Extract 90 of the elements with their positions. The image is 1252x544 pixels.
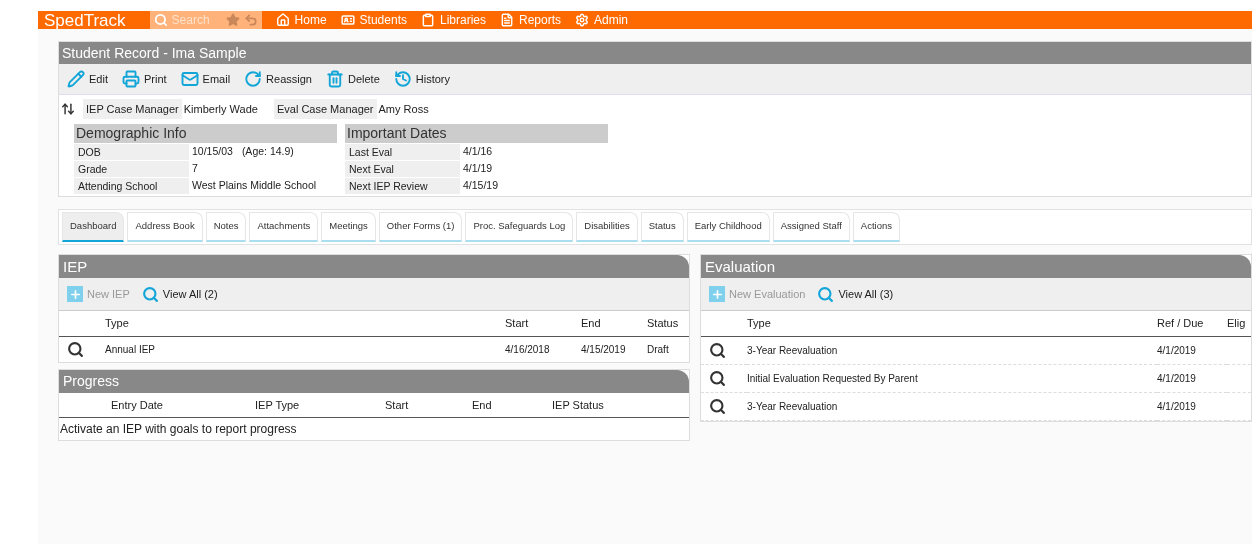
section-header: Demographic Info [74, 124, 337, 143]
field-label: Eval Case Manager [273, 98, 377, 120]
table-cell-text: 4/16/2018 [505, 342, 551, 357]
search-icon [709, 341, 726, 359]
table-cell-text: Draft [647, 342, 670, 357]
gear-icon [575, 13, 590, 27]
toolbar-button[interactable]: Reassign [244, 70, 312, 88]
field-label: Next Eval [345, 160, 460, 177]
id-card-icon [340, 13, 355, 27]
table-cell: 3-Year Reevaluation [747, 392, 1157, 421]
search-icon [141, 285, 159, 303]
field-value: 7 [191, 160, 199, 176]
tab[interactable]: Other Forms (1) [378, 212, 463, 242]
table-cell: 4/1/2019 [1157, 336, 1227, 365]
home-icon [275, 13, 290, 27]
field-label: Grade [74, 160, 189, 177]
tab[interactable]: Attachments [249, 212, 319, 242]
search-icon [817, 285, 835, 303]
tab[interactable]: Status [640, 212, 684, 242]
tab[interactable]: Proc. Safeguards Log [465, 212, 574, 242]
column-header: Start [505, 311, 581, 337]
search-icon [67, 340, 84, 358]
field-value: West Plains Middle School [191, 177, 318, 193]
table-cell-text: Annual IEP [105, 342, 157, 357]
plus-icon [709, 286, 725, 302]
plus-icon [67, 286, 83, 302]
tab[interactable]: Meetings [321, 212, 376, 242]
field-value: Amy Ross [378, 101, 429, 117]
toolbar-button[interactable]: Email [180, 70, 231, 88]
search-icon [153, 13, 168, 27]
panel-header: IEP [59, 255, 689, 278]
empty-message: Activate an IEP with goals to report progress [59, 421, 298, 438]
panel-header: Evaluation [701, 255, 1251, 278]
toolbar-button[interactable]: Print [121, 70, 167, 88]
field-label: DOB [74, 143, 189, 160]
table-cell-text: 4/15/2019 [581, 342, 627, 357]
toolbar-button[interactable]: Edit [67, 70, 108, 88]
history-icon [393, 70, 412, 88]
table-cell: 4/1/2019 [1157, 392, 1227, 421]
tab[interactable]: Assigned Staff [772, 212, 850, 242]
search-box[interactable]: Search [149, 11, 262, 29]
toolbar-button[interactable]: History [393, 70, 450, 88]
panel-header: Progress [59, 369, 689, 393]
undo-icon [243, 13, 258, 27]
field-label: Attending School [74, 177, 189, 194]
star-icon [225, 13, 240, 27]
field-value: 4/1/19 [462, 160, 494, 176]
printer-icon [121, 70, 140, 88]
view-all-button[interactable]: View All (3) [817, 285, 894, 303]
table-cell: 3-Year Reevaluation [747, 336, 1157, 365]
search-icon [709, 397, 726, 415]
table-cell: 4/1/2019 [1157, 364, 1227, 393]
record-title: Student Record - Ima Sample [59, 42, 1251, 64]
column-header: Status [647, 311, 689, 337]
tab[interactable]: Address Book [127, 212, 203, 242]
field-label: Next IEP Review [345, 177, 460, 194]
column-header: IEP Status [552, 397, 605, 413]
age-text: (Age: 14.9) [241, 143, 294, 159]
table-cell: Initial Evaluation Requested By Parent [747, 364, 1157, 393]
section-header: Important Dates [345, 124, 608, 143]
tab[interactable]: Early Childhood [686, 212, 770, 242]
trash-icon [325, 70, 344, 88]
pencil-icon [67, 70, 85, 88]
column-header: Entry Date [111, 397, 164, 413]
mail-icon [180, 70, 199, 88]
column-header: End [581, 311, 647, 337]
column-header: Type [105, 311, 505, 337]
expand-icon [61, 102, 75, 116]
field-label: IEP Case Manager [83, 98, 182, 120]
toolbar-button[interactable]: Delete [325, 70, 380, 88]
document-icon [500, 13, 514, 27]
search-icon [709, 369, 726, 387]
column-header: End [472, 397, 493, 413]
reassign-icon [244, 70, 263, 88]
view-all-button[interactable]: View All (2) [141, 285, 218, 303]
column-header: Type [747, 311, 1157, 337]
tab[interactable]: Disabilities [576, 212, 638, 242]
column-header: Start [385, 397, 410, 413]
tab[interactable]: Notes [205, 212, 247, 242]
field-value: 4/1/16 [462, 143, 494, 159]
column-header: Ref / Due [1157, 311, 1227, 337]
column-header: Elig [1227, 311, 1251, 337]
column-header: IEP Type [255, 397, 301, 413]
field-label: Last Eval [345, 143, 460, 160]
field-value: 10/15/03 [191, 143, 234, 159]
tab[interactable]: Actions [852, 212, 900, 242]
field-value: 4/15/19 [462, 177, 500, 193]
tab[interactable]: Dashboard [62, 212, 125, 242]
clipboard-icon [420, 13, 435, 27]
field-value: Kimberly Wade [183, 101, 258, 117]
